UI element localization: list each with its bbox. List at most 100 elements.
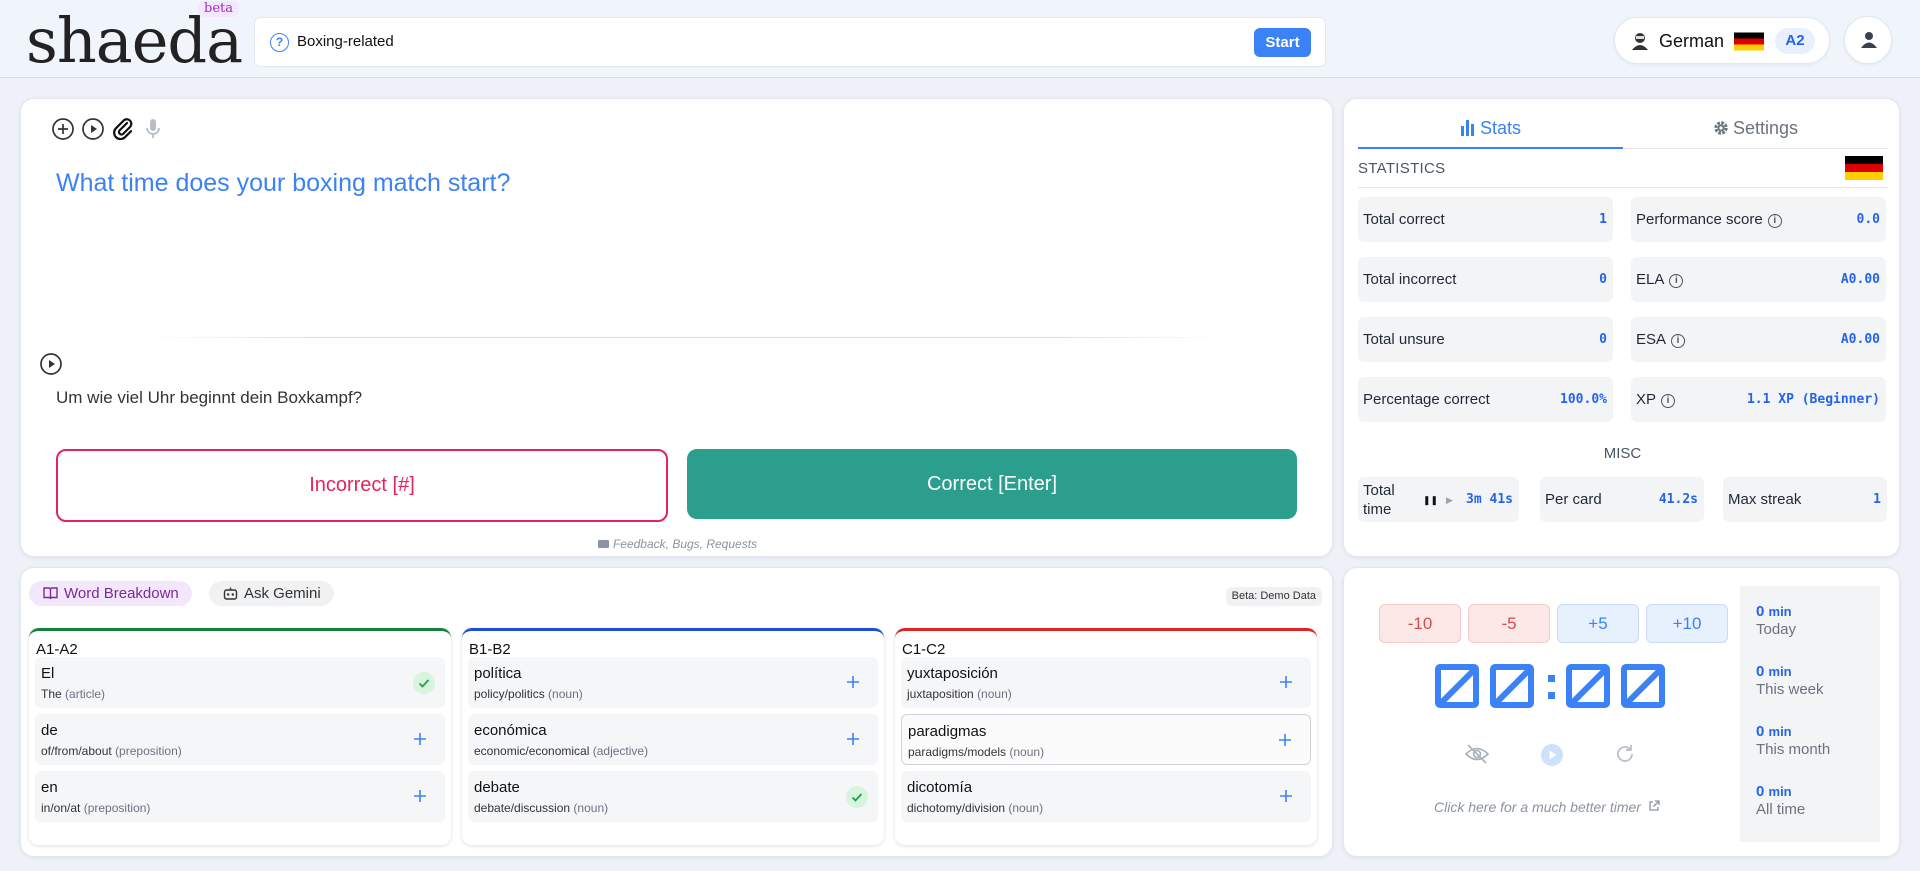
add-word-icon[interactable] (1276, 731, 1294, 749)
feedback-link[interactable]: Feedback, Bugs, Requests (21, 537, 1334, 552)
stat-value: 0 (1599, 332, 1607, 347)
stat-total-incorrect: Total incorrect 0 (1358, 257, 1613, 302)
stat-label: Percentage correct (1363, 391, 1490, 408)
add-circle-icon[interactable] (51, 117, 75, 141)
misc-label: Per card (1545, 491, 1602, 508)
learner-avatar-icon (1632, 33, 1648, 50)
info-icon[interactable]: i (1671, 334, 1686, 348)
word-translation: in/on/at (preposition) (41, 801, 151, 815)
word-text: en (41, 779, 58, 796)
add-word-icon[interactable] (1277, 787, 1295, 805)
stat-label: ELA i (1636, 271, 1684, 289)
word-item[interactable]: de of/from/about (preposition) (35, 714, 445, 765)
stat-label: XP i (1636, 391, 1676, 409)
play-circle-icon[interactable] (81, 117, 105, 141)
word-text: yuxtaposición (907, 665, 998, 682)
plus-10-button[interactable]: +10 (1646, 604, 1728, 643)
word-item[interactable]: dicotomía dichotomy/division (noun) (901, 771, 1311, 822)
topic-bar[interactable]: ? Boxing-related Start (254, 17, 1326, 67)
beta-badge: beta (198, 1, 239, 17)
stat-value: 100.0% (1560, 392, 1607, 407)
minus-5-button[interactable]: -5 (1468, 604, 1550, 643)
better-timer-link[interactable]: Click here for a much better timer (1434, 799, 1660, 816)
help-circle-icon[interactable]: ? (270, 33, 289, 52)
tab-word-breakdown[interactable]: Word Breakdown (29, 581, 192, 606)
top-bar: shaeda beta ? Boxing-related Start Germa… (0, 0, 1920, 78)
misc-max-streak: Max streak 1 (1723, 477, 1887, 522)
feedback-label: Feedback, Bugs, Requests (612, 537, 758, 551)
question-text: What time does your boxing match start? (56, 169, 511, 197)
start-button[interactable]: Start (1254, 28, 1311, 57)
word-item[interactable]: en in/on/at (preposition) (35, 771, 445, 822)
word-item[interactable]: El The (article) (35, 657, 445, 708)
robot-icon (223, 587, 238, 600)
correct-button[interactable]: Correct [Enter] (687, 449, 1297, 519)
tab-stats-label: Stats (1479, 118, 1522, 138)
timer-digit (1621, 664, 1665, 708)
timer-digit (1566, 664, 1610, 708)
reset-icon[interactable] (1614, 743, 1636, 765)
stat-label: Total unsure (1363, 331, 1445, 348)
stat-value: 0 (1599, 272, 1607, 287)
statistics-heading: STATISTICS (1358, 160, 1446, 177)
check-icon[interactable] (413, 672, 435, 694)
card-divider (146, 337, 1226, 338)
check-icon[interactable] (846, 786, 868, 808)
info-icon[interactable]: i (1661, 394, 1676, 408)
misc-value: 1 (1873, 492, 1881, 507)
stat-value: A0.00 (1840, 272, 1880, 287)
minus-10-button[interactable]: -10 (1379, 604, 1461, 643)
info-icon[interactable]: i (1767, 214, 1782, 228)
stat-ela: ELA i A0.00 (1631, 257, 1886, 302)
word-translation: policy/politics (noun) (474, 687, 583, 701)
paperclip-icon[interactable] (111, 117, 135, 141)
user-icon (1861, 32, 1877, 48)
word-item[interactable]: yuxtaposición juxtaposition (noun) (901, 657, 1311, 708)
word-translation: dichotomy/division (noun) (907, 801, 1044, 815)
add-word-icon[interactable] (844, 730, 862, 748)
pause-icon[interactable]: ❚❚ (1423, 495, 1438, 505)
word-breakdown-panel: Word Breakdown Ask Gemini Beta: Demo Dat… (20, 567, 1333, 857)
add-word-icon[interactable] (844, 673, 862, 691)
tab-ask-gemini[interactable]: Ask Gemini (209, 581, 334, 606)
incorrect-button[interactable]: Incorrect [#] (56, 449, 668, 522)
gear-icon (1714, 121, 1728, 135)
play-icon[interactable]: ▶ (1446, 495, 1453, 505)
microphone-icon[interactable] (141, 117, 165, 141)
time-summary: 0 min Today 0 min This week 0 min This m… (1740, 586, 1880, 842)
word-translation: of/from/about (preposition) (41, 744, 182, 758)
language-name: German (1659, 31, 1725, 51)
word-item[interactable]: política policy/politics (noun) (468, 657, 878, 708)
stat-esa: ESA i A0.00 (1631, 317, 1886, 362)
tab-stats[interactable]: Stats (1358, 117, 1623, 149)
book-icon (43, 587, 58, 600)
word-translation: juxtaposition (noun) (907, 687, 1012, 701)
level-column-c1-c2: C1-C2 yuxtaposición juxtaposition (noun) pa… (895, 628, 1317, 845)
play-timer-icon[interactable] (1540, 743, 1564, 767)
word-item[interactable]: paradigmas paradigms/models (noun) (901, 714, 1311, 765)
add-word-icon[interactable] (1277, 673, 1295, 691)
stat-value: 1 (1599, 212, 1607, 227)
level-badge[interactable]: A2 (1775, 28, 1815, 54)
word-translation: economic/economical (adjective) (474, 744, 649, 758)
misc-label: Max streak (1728, 491, 1802, 508)
timer-panel: -10 -5 +5 +10 Click here for a much bett… (1343, 567, 1900, 857)
tab-settings[interactable]: Settings (1623, 117, 1888, 149)
word-item[interactable]: debate debate/discussion (noun) (468, 771, 878, 822)
info-icon[interactable]: i (1669, 274, 1684, 288)
german-flag-icon (1734, 32, 1764, 51)
play-answer-icon[interactable] (39, 352, 63, 376)
stat-percentage-correct: Percentage correct 100.0% (1358, 377, 1613, 422)
misc-value: 3m 41s (1466, 492, 1513, 507)
misc-heading: MISC (1603, 445, 1642, 462)
add-word-icon[interactable] (411, 730, 429, 748)
hide-eye-icon[interactable] (1464, 743, 1490, 765)
add-word-icon[interactable] (411, 787, 429, 805)
plus-5-button[interactable]: +5 (1557, 604, 1639, 643)
level-column-a1-a2: A1-A2 El The (article) de of/from/about (pre… (29, 628, 451, 845)
user-menu-button[interactable] (1844, 16, 1892, 64)
stat-label: Total correct (1363, 211, 1445, 228)
word-item[interactable]: económica economic/economical (adjective) (468, 714, 878, 765)
language-selector[interactable]: German A2 (1614, 17, 1830, 64)
mail-icon (597, 540, 609, 548)
